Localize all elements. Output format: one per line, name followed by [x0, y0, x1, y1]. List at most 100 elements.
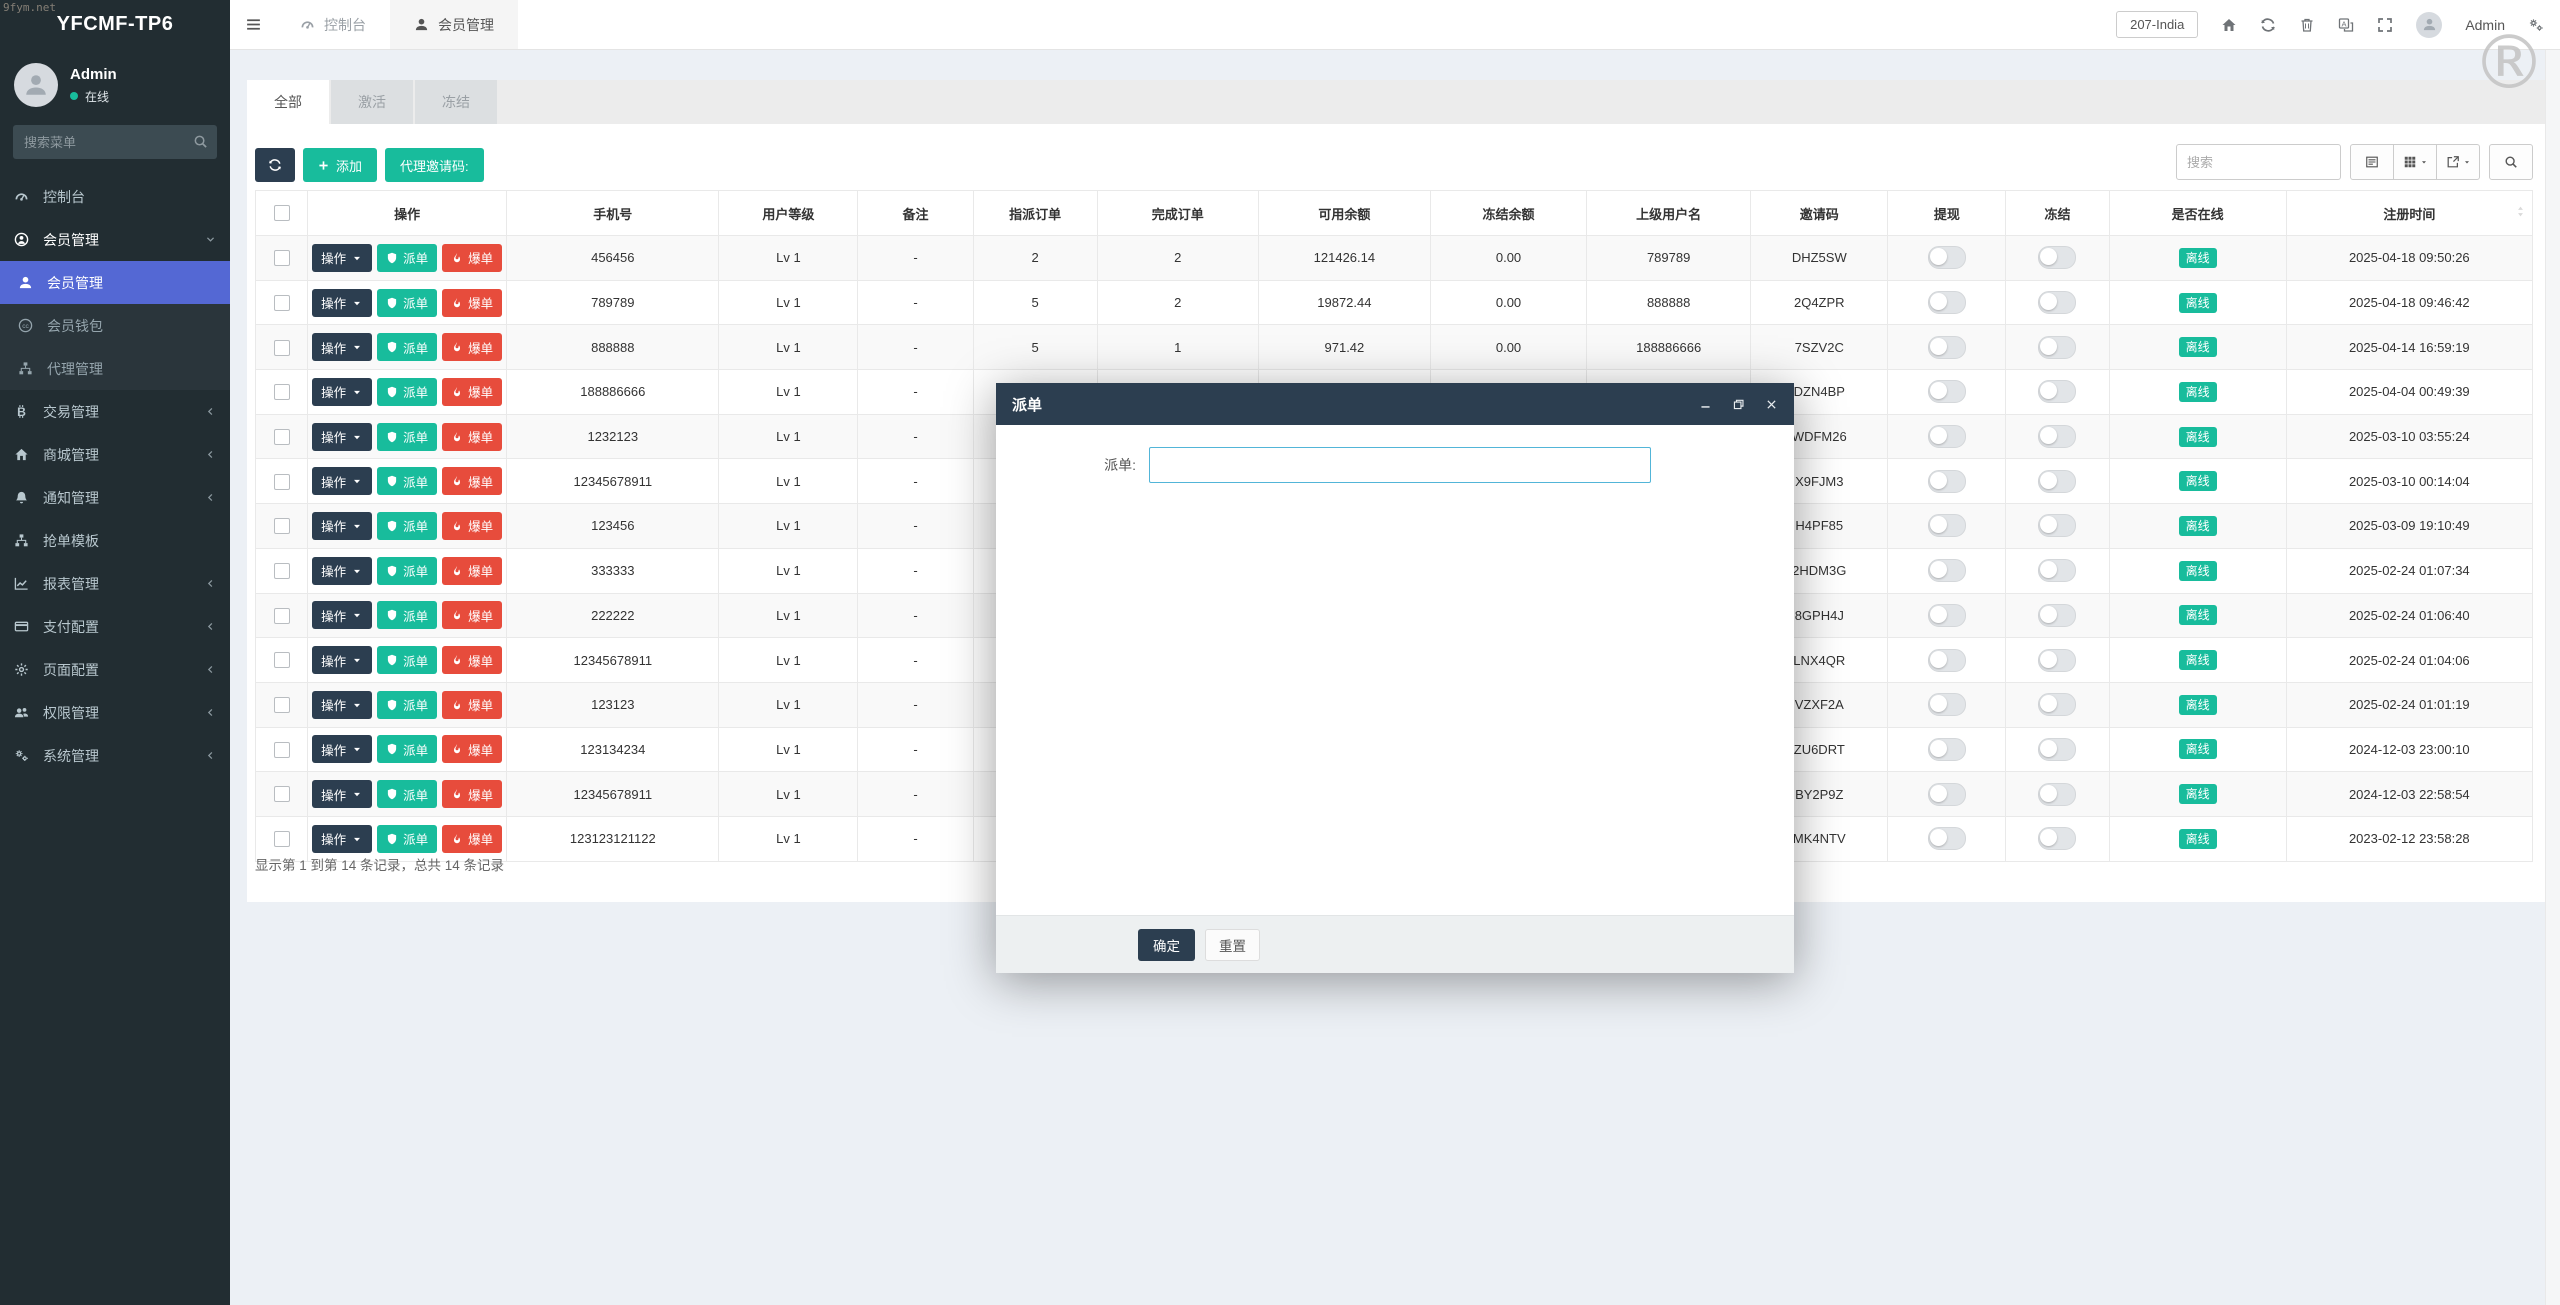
dispatch-button[interactable]: 派单 [377, 422, 438, 451]
sidebar-item[interactable]: 权限管理 [0, 691, 230, 734]
burst-button[interactable]: 爆单 [442, 243, 503, 272]
op-dropdown-button[interactable]: 操作 [312, 333, 373, 362]
sidebar-item[interactable]: 抢单模板 [0, 519, 230, 562]
burst-button[interactable]: 爆单 [442, 422, 503, 451]
row-checkbox[interactable] [273, 607, 290, 624]
row-checkbox[interactable] [273, 652, 290, 669]
sidebar-item[interactable]: 报表管理 [0, 562, 230, 605]
freeze-toggle[interactable] [2038, 335, 2077, 359]
freeze-toggle[interactable] [2038, 782, 2077, 806]
refresh-button[interactable] [255, 148, 295, 182]
row-checkbox[interactable] [273, 831, 290, 848]
column-header[interactable]: 提现 [1887, 190, 2007, 236]
withdraw-toggle[interactable] [1927, 380, 1966, 404]
freeze-toggle[interactable] [2038, 469, 2077, 493]
select-all-checkbox[interactable] [273, 205, 290, 222]
burst-button[interactable]: 爆单 [442, 601, 503, 630]
freeze-toggle[interactable] [2038, 737, 2077, 761]
filter-tab[interactable]: 冻结 [415, 80, 497, 124]
nav-tab[interactable]: 控制台 [276, 0, 390, 49]
nav-tab[interactable]: 会员管理 [390, 0, 518, 49]
row-checkbox[interactable] [273, 250, 290, 267]
navbar-avatar[interactable] [2416, 11, 2443, 38]
row-checkbox[interactable] [273, 562, 290, 579]
op-dropdown-button[interactable]: 操作 [312, 243, 373, 272]
burst-button[interactable]: 爆单 [442, 467, 503, 496]
filter-tab[interactable]: 激活 [331, 80, 413, 124]
dispatch-button[interactable]: 派单 [377, 824, 438, 853]
column-header[interactable]: 邀请码 [1750, 190, 1889, 236]
withdraw-toggle[interactable] [1927, 469, 1966, 493]
table-search-input[interactable] [2176, 144, 2341, 180]
dispatch-button[interactable]: 派单 [377, 333, 438, 362]
refresh-icon[interactable] [2260, 17, 2276, 33]
withdraw-toggle[interactable] [1927, 514, 1966, 538]
column-header[interactable]: 手机号 [506, 190, 720, 236]
filter-tab[interactable]: 全部 [247, 80, 329, 124]
op-dropdown-button[interactable]: 操作 [312, 824, 373, 853]
withdraw-toggle[interactable] [1927, 648, 1966, 672]
dispatch-button[interactable]: 派单 [377, 467, 438, 496]
withdraw-toggle[interactable] [1927, 246, 1966, 270]
sidebar-item[interactable]: 通知管理 [0, 476, 230, 519]
op-dropdown-button[interactable]: 操作 [312, 690, 373, 719]
op-dropdown-button[interactable]: 操作 [312, 422, 373, 451]
column-header[interactable]: 用户等级 [718, 190, 859, 236]
withdraw-toggle[interactable] [1927, 335, 1966, 359]
dispatch-input[interactable] [1149, 447, 1651, 483]
freeze-toggle[interactable] [2038, 648, 2077, 672]
op-dropdown-button[interactable]: 操作 [312, 288, 373, 317]
translate-icon[interactable]: A [2338, 17, 2354, 33]
freeze-toggle[interactable] [2038, 291, 2077, 315]
row-checkbox[interactable] [273, 697, 290, 713]
burst-button[interactable]: 爆单 [442, 511, 503, 540]
close-icon[interactable] [1765, 398, 1778, 411]
modal-titlebar[interactable]: 派单 [996, 383, 1794, 425]
freeze-toggle[interactable] [2038, 514, 2077, 538]
withdraw-toggle[interactable] [1927, 737, 1966, 761]
withdraw-toggle[interactable] [1927, 782, 1966, 806]
dispatch-button[interactable]: 派单 [377, 377, 438, 406]
reset-button[interactable]: 重置 [1205, 928, 1260, 961]
region-button[interactable]: 207-India [2116, 11, 2199, 38]
freeze-toggle[interactable] [2038, 246, 2077, 270]
op-dropdown-button[interactable]: 操作 [312, 556, 373, 585]
withdraw-toggle[interactable] [1927, 559, 1966, 583]
row-checkbox[interactable] [273, 294, 290, 311]
sidebar-subitem[interactable]: 会员管理 [0, 261, 230, 304]
sidebar-item[interactable]: 控制台 [0, 175, 230, 218]
withdraw-toggle[interactable] [1927, 827, 1966, 851]
column-header[interactable]: 可用余额 [1257, 190, 1431, 236]
burst-button[interactable]: 爆单 [442, 824, 503, 853]
home-icon[interactable] [2221, 17, 2237, 33]
dispatch-button[interactable]: 派单 [377, 288, 438, 317]
freeze-toggle[interactable] [2038, 827, 2077, 851]
column-header[interactable]: 操作 [307, 190, 508, 236]
column-header[interactable]: 冻结 [2005, 190, 2110, 236]
search-icon[interactable] [193, 134, 208, 149]
row-checkbox[interactable] [273, 518, 290, 535]
export-button[interactable] [2436, 144, 2480, 180]
withdraw-toggle[interactable] [1927, 291, 1966, 315]
freeze-toggle[interactable] [2038, 559, 2077, 583]
op-dropdown-button[interactable]: 操作 [312, 646, 373, 675]
withdraw-toggle[interactable] [1927, 693, 1966, 717]
column-header[interactable]: 是否在线 [2108, 190, 2287, 236]
burst-button[interactable]: 爆单 [442, 377, 503, 406]
row-checkbox[interactable] [273, 473, 290, 490]
op-dropdown-button[interactable]: 操作 [312, 780, 373, 809]
column-header[interactable]: 冻结余额 [1429, 190, 1588, 236]
withdraw-toggle[interactable] [1927, 425, 1966, 449]
burst-button[interactable]: 爆单 [442, 556, 503, 585]
op-dropdown-button[interactable]: 操作 [312, 511, 373, 540]
freeze-toggle[interactable] [2038, 425, 2077, 449]
burst-button[interactable]: 爆单 [442, 646, 503, 675]
dispatch-button[interactable]: 派单 [377, 601, 438, 630]
sidebar-item[interactable]: 支付配置 [0, 605, 230, 648]
column-header[interactable]: 注册时间 [2285, 190, 2534, 236]
freeze-toggle[interactable] [2038, 603, 2077, 627]
dispatch-button[interactable]: 派单 [377, 690, 438, 719]
columns-button[interactable] [2393, 144, 2437, 180]
menu-search-input[interactable] [13, 125, 217, 159]
op-dropdown-button[interactable]: 操作 [312, 735, 373, 764]
